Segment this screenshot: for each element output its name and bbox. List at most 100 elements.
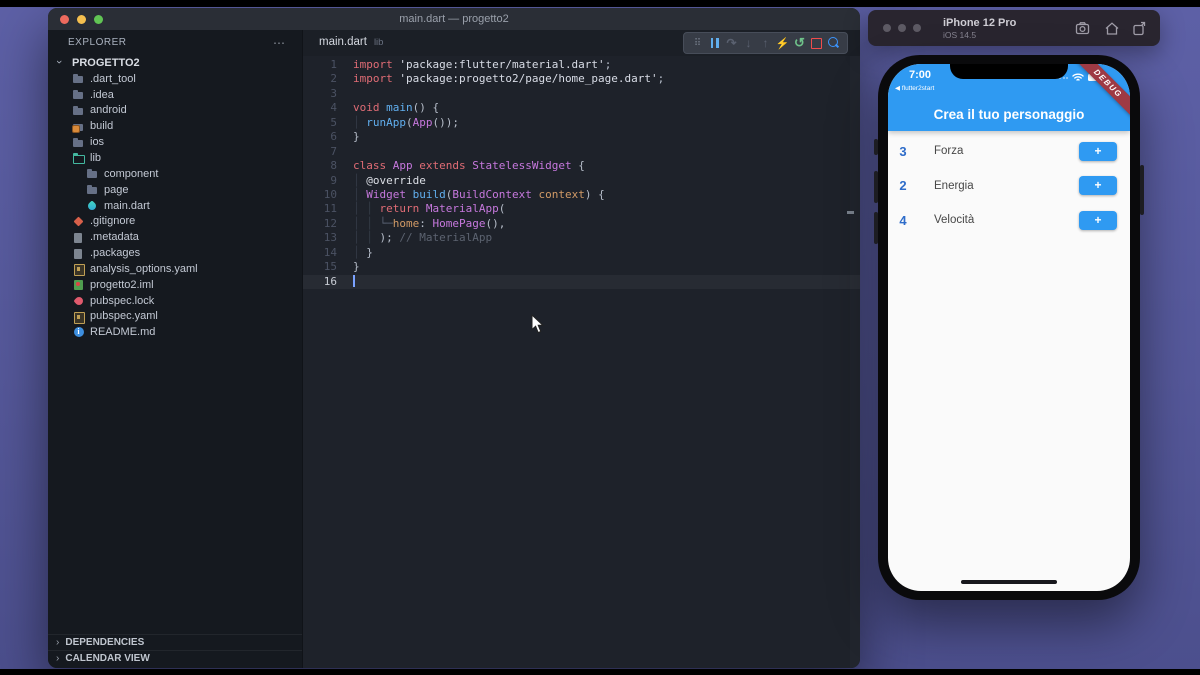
screenshot-icon[interactable] (1075, 21, 1092, 36)
folder-icon (72, 89, 85, 101)
step-out-icon[interactable]: ↑ (757, 33, 774, 53)
code-line-3[interactable]: 3 (303, 87, 860, 101)
code-text: import 'package:progetto2/page/home_page… (353, 72, 665, 86)
code-line-13[interactable]: 13 │ │ ); // MaterialApp (303, 231, 860, 245)
traffic-lights (60, 15, 103, 24)
tree-item--metadata[interactable]: .metadata (48, 229, 302, 245)
volume-down-button[interactable] (874, 212, 878, 244)
grip-handle-icon[interactable]: ⠿ (689, 33, 706, 53)
tree-item--idea[interactable]: .idea (48, 87, 302, 103)
tree-item--packages[interactable]: .packages (48, 245, 302, 261)
tree-item-progetto2-iml[interactable]: progetto2.iml (48, 277, 302, 293)
code-area[interactable]: 1 import 'package:flutter/material.dart';… (303, 56, 860, 668)
step-over-icon[interactable]: ↷ (723, 33, 740, 53)
line-number: 7 (330, 144, 337, 158)
code-line-4[interactable]: 4 void main() { (303, 101, 860, 115)
increment-button-forza[interactable]: + (1079, 141, 1117, 161)
tree-item-label: .gitignore (90, 215, 136, 228)
tree-item-pubspec-yaml[interactable]: pubspec.yaml (48, 309, 302, 325)
tree-item-label: page (104, 183, 129, 196)
code-line-5[interactable]: 5 │ runApp(App()); (303, 116, 860, 130)
line-number: 1 (330, 58, 337, 71)
power-button[interactable] (1140, 165, 1144, 215)
code-line-2[interactable]: 2 import 'package:progetto2/page/home_pag… (303, 72, 860, 86)
volume-up-button[interactable] (874, 171, 878, 203)
code-text: │ } (353, 245, 373, 259)
code-line-14[interactable]: 14 │ } (303, 246, 860, 260)
stat-label: Energia (934, 179, 974, 192)
explorer-more-actions-icon[interactable]: ⋯ (273, 36, 286, 50)
simulator-titlebar[interactable]: iPhone 12 Pro iOS 14.5 (868, 10, 1160, 46)
tree-item-label: pubspec.lock (90, 294, 155, 307)
restart-icon[interactable]: ↺ (791, 33, 808, 53)
stat-row-velocità: 4 Velocità + (888, 203, 1130, 238)
editor-scrollbar[interactable] (850, 56, 860, 668)
stop-icon[interactable] (808, 33, 825, 53)
simulator-zoom-button[interactable] (913, 24, 921, 32)
home-indicator[interactable] (961, 580, 1057, 584)
home-icon[interactable] (1104, 21, 1120, 36)
increment-button-velocità[interactable]: + (1079, 210, 1117, 230)
status-time: 7:00 (909, 69, 932, 81)
section-calendar-view[interactable]: › CALENDAR VIEW (48, 650, 302, 666)
code-line-9[interactable]: 9 │ @override (303, 174, 860, 188)
tree-item-label: PROGETTO2 (72, 56, 140, 69)
zoom-window-button[interactable] (94, 15, 103, 24)
widget-inspector-icon[interactable] (825, 33, 842, 53)
pub-icon (72, 295, 85, 307)
vscode-titlebar[interactable]: main.dart — progetto2 (48, 8, 860, 30)
code-line-11[interactable]: 11 │ │ return MaterialApp( (303, 202, 860, 216)
close-window-button[interactable] (60, 15, 69, 24)
code-text: │ │ └─home: HomePage(), (353, 216, 506, 230)
tree-item-label: .idea (90, 88, 114, 101)
tree-item-progetto2[interactable]: PROGETTO2 (48, 55, 302, 71)
stat-label: Forza (934, 145, 964, 158)
step-into-icon[interactable]: ↓ (740, 33, 757, 53)
tree-item-label: main.dart (104, 199, 150, 212)
section-dependencies[interactable]: › DEPENDENCIES (48, 634, 302, 650)
increment-button-energia[interactable]: + (1079, 176, 1117, 196)
rotate-device-icon[interactable] (1132, 21, 1147, 36)
code-line-6[interactable]: 6} (303, 130, 860, 144)
pause-icon[interactable] (706, 33, 723, 53)
tree-item-build[interactable]: build (48, 118, 302, 134)
tree-item-main-dart[interactable]: main.dart (48, 198, 302, 214)
simulator-close-button[interactable] (883, 24, 891, 32)
code-line-15[interactable]: 15} (303, 260, 860, 274)
code-line-8[interactable]: 8 class App extends StatelessWidget { (303, 159, 860, 173)
chevron-right-icon: › (56, 653, 60, 664)
back-to-app-indicator[interactable]: ◀ flutter2start (895, 84, 934, 92)
hot-reload-icon[interactable]: ⚡ (774, 33, 791, 53)
tree-item-label: analysis_options.yaml (90, 262, 198, 275)
code-line-7[interactable]: 7 (303, 145, 860, 159)
folder-open-teal-icon (72, 152, 85, 165)
tree-item-label: README.md (90, 326, 156, 339)
tree-item-readme-md[interactable]: README.md (48, 324, 302, 340)
tree-item-analysis-options-yaml[interactable]: analysis_options.yaml (48, 261, 302, 277)
stat-row-energia: 2 Energia + (888, 169, 1130, 204)
mute-switch[interactable] (874, 139, 878, 155)
tree-item-pubspec-lock[interactable]: pubspec.lock (48, 293, 302, 309)
tree-item-component[interactable]: component (48, 166, 302, 182)
tree-item-ios[interactable]: ios (48, 134, 302, 150)
code-line-16[interactable]: 16 (303, 274, 860, 289)
tree-item-page[interactable]: page (48, 182, 302, 198)
code-text: │ │ return MaterialApp( (353, 202, 506, 216)
simulator-minimize-button[interactable] (898, 24, 906, 32)
tree-item-label: progetto2.iml (90, 278, 154, 291)
line-number: 12 (323, 216, 337, 230)
tree-item--gitignore[interactable]: .gitignore (48, 213, 302, 229)
tree-item-android[interactable]: android (48, 103, 302, 119)
stat-value: 3 (899, 143, 907, 159)
code-line-1[interactable]: 1 import 'package:flutter/material.dart'; (303, 58, 860, 72)
tab-main-dart[interactable]: main.dart (319, 36, 367, 48)
code-line-12[interactable]: 12 │ │ └─home: HomePage(), (303, 217, 860, 231)
code-line-10[interactable]: 10 │ Widget build(BuildContext context) { (303, 188, 860, 202)
line-number: 11 (323, 202, 337, 216)
tree-item-label: .packages (90, 247, 141, 260)
sidebar-bottom-sections: › DEPENDENCIES › CALENDAR VIEW (48, 634, 302, 666)
minimize-window-button[interactable] (77, 15, 86, 24)
tree-item--dart-tool[interactable]: .dart_tool (48, 71, 302, 87)
chevron-down-icon (54, 57, 67, 69)
tree-item-lib[interactable]: lib (48, 150, 302, 166)
